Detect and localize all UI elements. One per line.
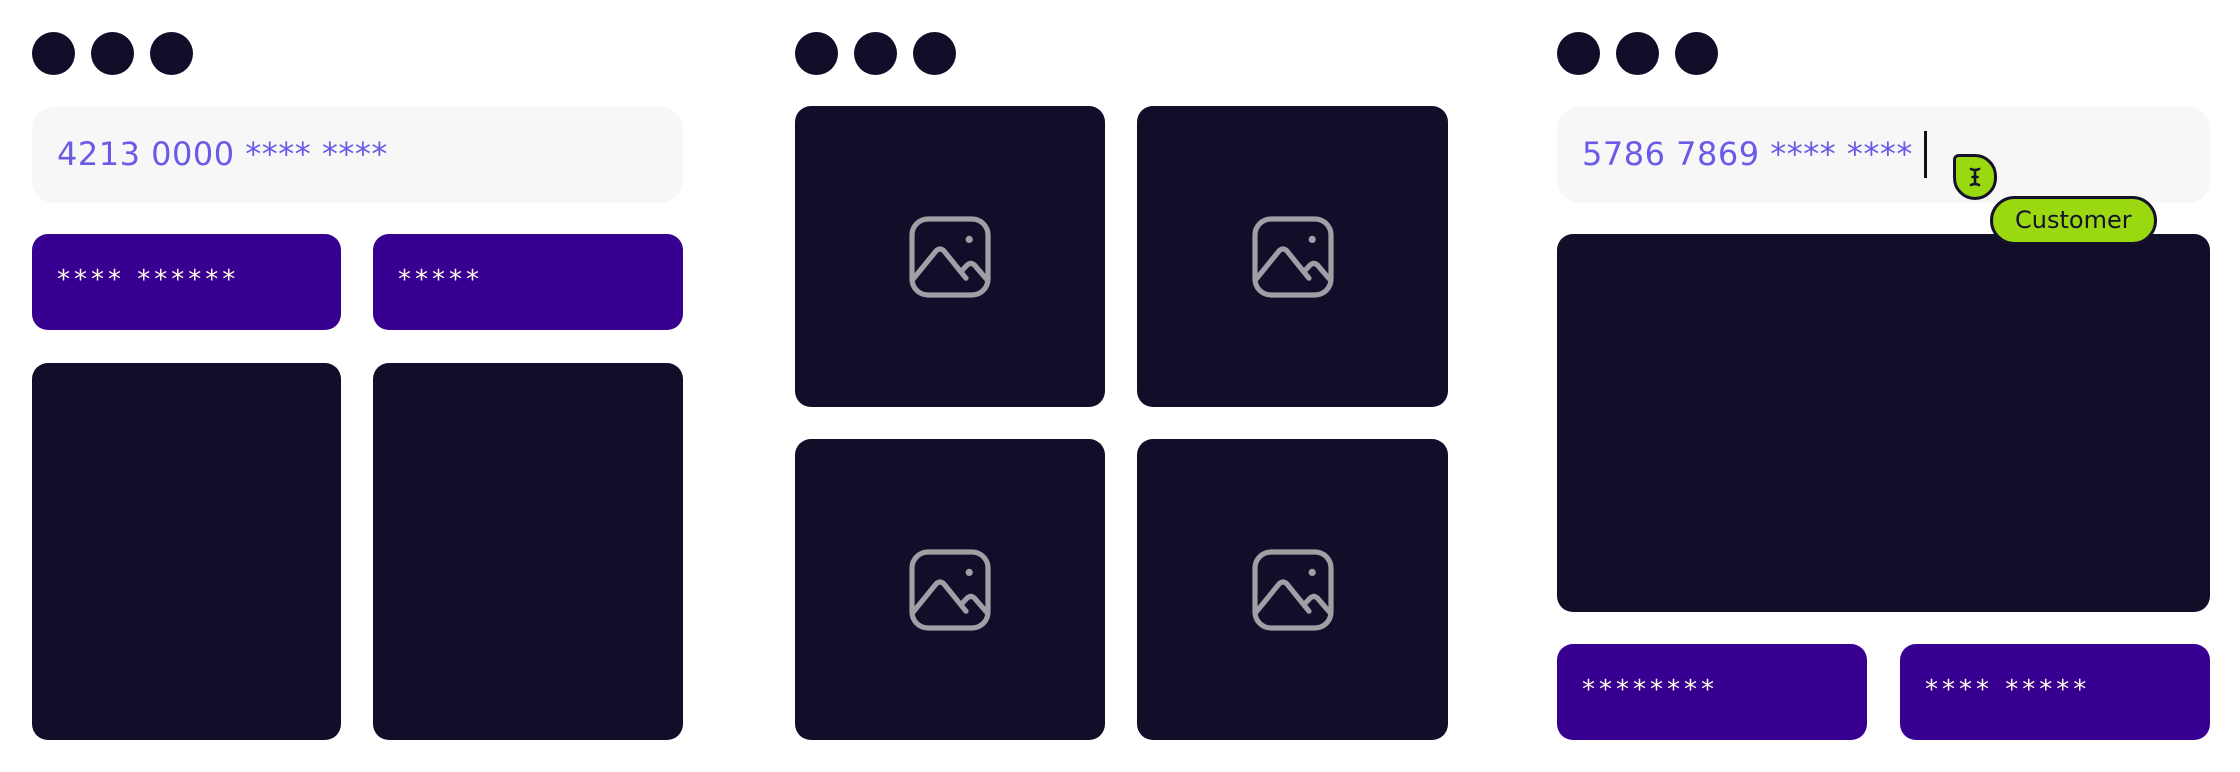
image-tile[interactable] [1137,439,1448,740]
window-dot [795,32,838,75]
window-dot [91,32,134,75]
card-number-value: 4213 0000 **** **** [57,135,388,173]
image-tile[interactable] [1137,106,1448,407]
masked-button-1[interactable]: **** ****** [32,234,341,330]
content-card [373,363,683,740]
window-dot [913,32,956,75]
window-dot [854,32,897,75]
card-number-value: 5786 7869 **** **** [1582,135,1913,173]
card-number-input[interactable]: 5786 7869 **** **** [1557,107,2210,203]
button-label: ***** [398,265,483,295]
window-dot [1616,32,1659,75]
card-number-input[interactable]: 4213 0000 **** **** [32,107,683,203]
masked-button-2[interactable]: ***** [373,234,683,330]
image-icon [1251,548,1334,631]
button-label: **** ***** [1925,675,2091,705]
text-cursor-icon [1953,154,1997,200]
text-caret [1924,131,1927,178]
image-icon [909,215,991,298]
button-label: **** ****** [57,265,240,295]
image-tile[interactable] [795,439,1105,740]
window-dot [32,32,75,75]
cursor-name-badge: Customer [1990,196,2157,245]
image-icon [1251,215,1334,298]
masked-button-1[interactable]: ******** [1557,644,1867,740]
image-tile[interactable] [795,106,1105,407]
content-card [32,363,341,740]
window-dot [1557,32,1600,75]
masked-button-2[interactable]: **** ***** [1900,644,2210,740]
content-card [1557,234,2210,612]
window-dot [150,32,193,75]
window-dot [1675,32,1718,75]
button-label: ******** [1582,675,1718,705]
image-icon [909,548,991,631]
